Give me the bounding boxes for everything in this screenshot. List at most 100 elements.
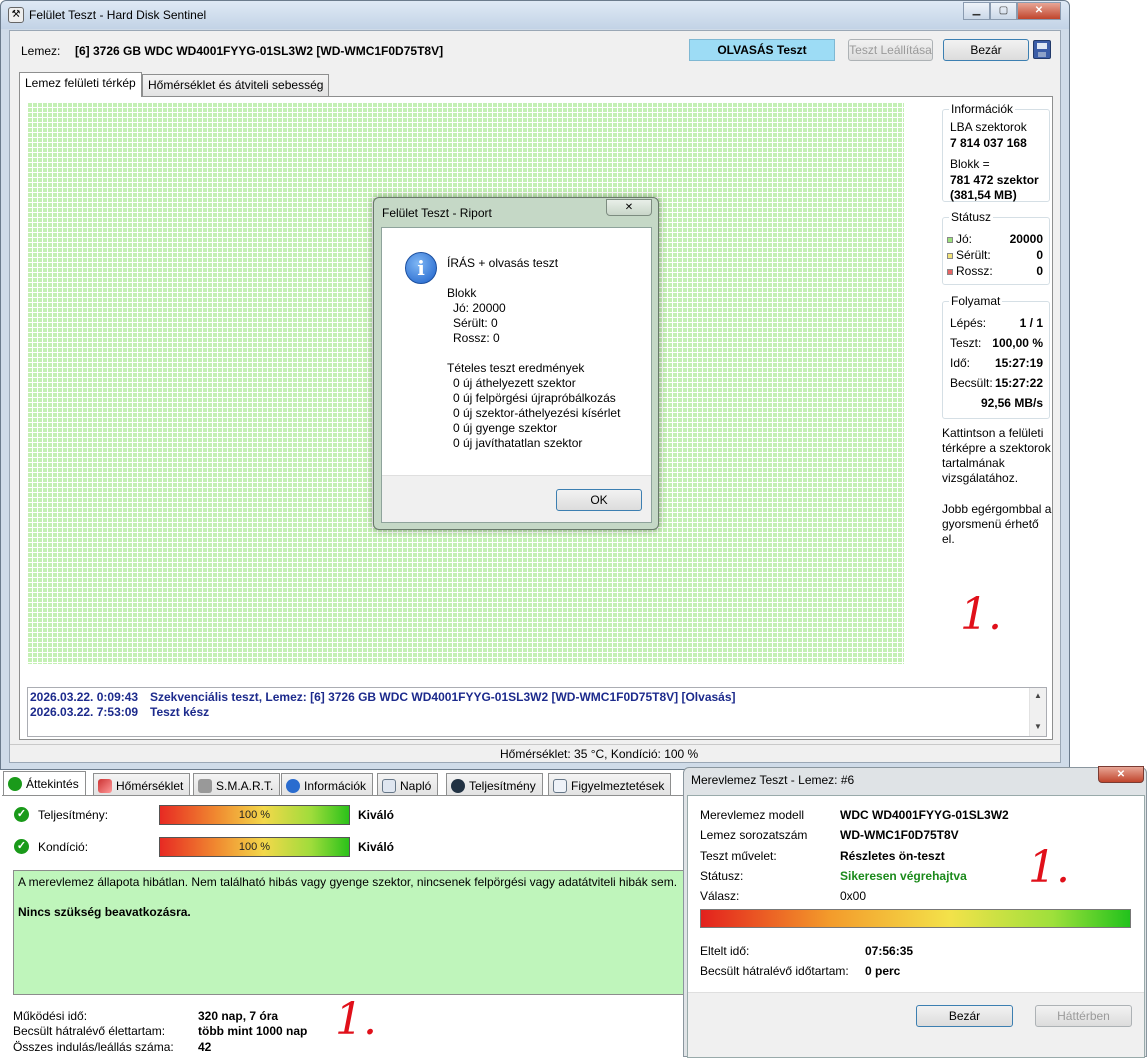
tab-log-label: Napló xyxy=(400,779,432,793)
handwritten-annotation-dialog: 1. xyxy=(1028,842,1070,893)
info-small-icon xyxy=(286,779,300,793)
estimated-label: Becsült: xyxy=(950,376,993,390)
condition-rating: Kiváló xyxy=(358,840,395,854)
log-time-2: 2026.03.22. 7:53:09 xyxy=(30,705,139,719)
selftest-dialog: Merevlemez Teszt - Lemez: #6 ✕ Merevleme… xyxy=(683,766,1147,1058)
performance-rating: Kiváló xyxy=(358,808,395,822)
hint-right-click: Jobb egérgombbal a gyorsmenü érhető el. xyxy=(942,502,1052,546)
tab-temperature-label: Hőmérséklet xyxy=(116,779,184,793)
stop-test-button[interactable]: Teszt Leállítása xyxy=(848,39,933,61)
document-icon xyxy=(382,779,396,793)
health-message: A merevlemez állapota hibátlan. Nem talá… xyxy=(18,875,678,889)
maximize-button[interactable]: ▢ xyxy=(990,2,1017,20)
app-icon: ⚒ xyxy=(8,7,24,23)
estimated-value: 15:27:22 xyxy=(994,376,1043,390)
info-title: Információk xyxy=(949,102,1016,116)
lba-value: 7 814 037 168 xyxy=(950,136,1027,150)
ok-button[interactable]: OK xyxy=(556,489,642,511)
damaged-legend-swatch xyxy=(947,252,953,259)
block-size: (381,54 MB) xyxy=(950,188,1017,202)
selftest-body: Merevlemez modell WDC WD4001FYYG-01SL3W2… xyxy=(687,795,1145,1058)
bad-label: Rossz: xyxy=(956,264,993,278)
health-message-box: A merevlemez állapota hibátlan. Nem talá… xyxy=(13,870,686,995)
block-label: Blokk = xyxy=(950,157,990,171)
good-value: 20000 xyxy=(1009,232,1043,246)
model-value: WDC WD4001FYYG-01SL3W2 xyxy=(840,808,1009,822)
test-label: Teszt: xyxy=(950,336,982,350)
progress-title: Folyamat xyxy=(949,294,1003,308)
speed-value: 92,56 MB/s xyxy=(980,396,1043,410)
report-damaged: Sérült: 0 xyxy=(453,316,498,330)
log-scrollbar[interactable]: ▲ ▼ xyxy=(1029,688,1046,736)
check-icon xyxy=(8,777,22,791)
window-title: Felület Teszt - Hard Disk Sentinel xyxy=(29,8,207,22)
performance-check-icon: ✓ xyxy=(14,807,29,822)
report-result-5: 0 új javíthatatlan szektor xyxy=(453,436,583,450)
response-label: Válasz: xyxy=(700,889,740,903)
report-close-icon[interactable]: ✕ xyxy=(606,199,652,216)
report-good: Jó: 20000 xyxy=(453,301,506,315)
tab-surface-map[interactable]: Lemez felületi térkép xyxy=(19,72,142,97)
condition-bar: 100 % xyxy=(159,837,350,857)
selftest-close-icon[interactable]: ✕ xyxy=(1098,766,1144,783)
handwritten-annotation-bottom: 1. xyxy=(335,994,377,1045)
health-message-bold: Nincs szükség beavatkozásra. xyxy=(18,905,191,919)
log-box[interactable]: 2026.03.22. 0:09:43 Szekvenciális teszt,… xyxy=(27,687,1047,737)
selftest-close-button[interactable]: Bezár xyxy=(916,1005,1013,1027)
performance-label: Teljesítmény: xyxy=(38,808,109,822)
step-value: 1 / 1 xyxy=(1019,316,1043,330)
tab-log[interactable]: Napló xyxy=(377,773,439,797)
scroll-up-icon[interactable]: ▲ xyxy=(1034,691,1042,700)
report-bad: Rossz: 0 xyxy=(453,331,500,345)
test-status-badge: OLVASÁS Teszt xyxy=(689,39,835,61)
operation-value: Részletes ön-teszt xyxy=(840,849,945,863)
start-stop-value: 42 xyxy=(198,1040,212,1054)
disk-value: [6] 3726 GB WDC WD4001FYYG-01SL3W2 [WD-W… xyxy=(75,44,444,58)
overview-page: ✓ Teljesítmény: 100 % Kiváló ✓ Kondíció:… xyxy=(2,795,686,1057)
block-value: 781 472 szektor xyxy=(950,173,1039,187)
remaining-label: Becsült hátralévő időtartam: xyxy=(700,964,849,978)
report-dialog-title: Felület Teszt - Riport xyxy=(382,206,492,220)
report-result-2: 0 új felpörgési újrapróbálkozás xyxy=(453,391,616,405)
report-block-title: Blokk xyxy=(447,286,477,300)
scroll-down-icon[interactable]: ▼ xyxy=(1034,722,1042,731)
performance-bar: 100 % xyxy=(159,805,350,825)
serial-value: WD-WMC1F0D75T8V xyxy=(840,828,959,842)
tab-information[interactable]: Információk xyxy=(281,773,374,797)
info-icon: i xyxy=(405,252,437,284)
elapsed-label: Eltelt idő: xyxy=(700,944,750,958)
minimize-button[interactable]: ▁ xyxy=(963,2,990,20)
gauge-icon xyxy=(451,779,465,793)
bad-value: 0 xyxy=(1036,264,1043,278)
tab-temperature[interactable]: Hőmérséklet xyxy=(93,773,191,797)
save-icon[interactable] xyxy=(1033,40,1051,59)
step-label: Lépés: xyxy=(950,316,987,330)
thermometer-icon xyxy=(98,779,112,793)
tab-temperature-transfer[interactable]: Hőmérséklet és átviteli sebesség xyxy=(142,74,330,96)
disk-label: Lemez: xyxy=(21,44,61,58)
remaining-life-value: több mint 1000 nap xyxy=(198,1024,308,1038)
background-button[interactable]: Háttérben xyxy=(1035,1005,1132,1027)
tab-smart[interactable]: S.M.A.R.T. xyxy=(193,773,281,797)
time-value: 15:27:19 xyxy=(994,356,1043,370)
status-title: Státusz xyxy=(949,210,994,224)
status-label: Státusz: xyxy=(700,869,744,883)
info-group: Információk LBA szektorok 7 814 037 168 … xyxy=(942,102,1050,202)
tab-performance[interactable]: Teljesítmény xyxy=(446,773,543,797)
report-result-3: 0 új szektor-áthelyezési kísérlet xyxy=(453,406,621,420)
close-icon[interactable]: ✕ xyxy=(1017,2,1061,20)
good-label: Jó: xyxy=(956,232,973,246)
bad-legend-swatch xyxy=(947,268,953,275)
tab-alerts[interactable]: Figyelmeztetések xyxy=(548,773,672,797)
status-value: Sikeresen végrehajtva xyxy=(840,869,967,883)
close-button[interactable]: Bezár xyxy=(943,39,1029,61)
remaining-value: 0 perc xyxy=(865,964,901,978)
damaged-label: Sérült: xyxy=(956,248,991,262)
report-heading: ÍRÁS + olvasás teszt xyxy=(447,256,559,270)
tab-overview[interactable]: Áttekintés xyxy=(3,771,86,795)
status-group: Státusz Jó: 20000 Sérült: 0 Rossz: 0 xyxy=(942,210,1050,285)
good-legend-swatch xyxy=(947,236,953,243)
selftest-progress-bar xyxy=(700,909,1131,928)
damaged-value: 0 xyxy=(1036,248,1043,262)
uptime-value: 320 nap, 7 óra xyxy=(198,1009,279,1023)
